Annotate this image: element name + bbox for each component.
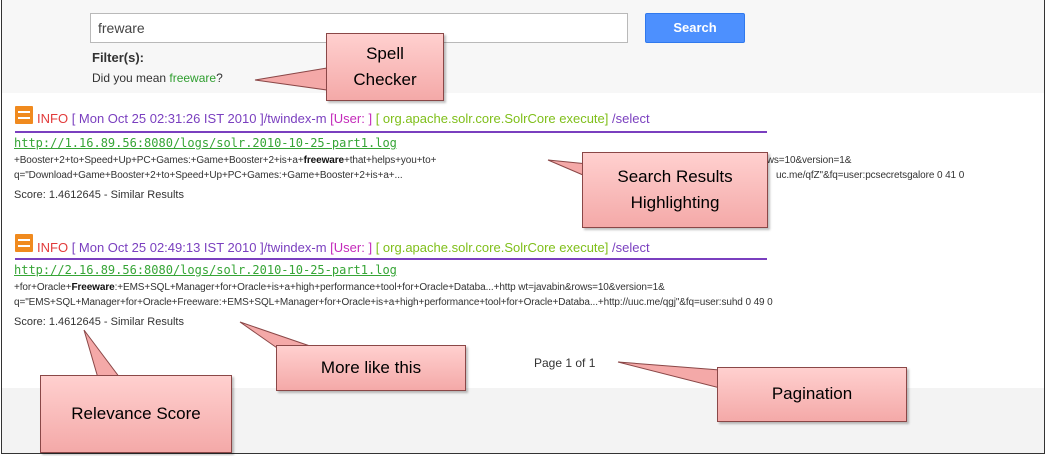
spell-checker-callout-line2: Checker (353, 70, 417, 89)
result-snippet-tail: uc.me/qfZ"&fq=user:pcsecretsgalore 0 41 … (776, 170, 965, 181)
did-you-mean: Did you mean freeware? (92, 71, 223, 85)
spell-checker-callout-line1: Spell (366, 43, 404, 63)
log-timestamp: [ Mon Oct 25 02:49:13 IST 2010 ] (71, 240, 264, 255)
spell-checker-callout: Spell Checker (326, 33, 444, 101)
score-separator: - (100, 316, 111, 328)
highlighting-callout-line1: Search Results (617, 166, 733, 186)
pagination-text: Page 1 of 1 (534, 356, 596, 370)
log-timestamp: [ Mon Oct 25 02:31:26 IST 2010 ] (71, 111, 264, 126)
result-snippet-line: q="EMS+SQL+Manager+for+Oracle+Freeware:+… (14, 297, 773, 308)
did-you-mean-prefix: Did you mean (92, 71, 170, 85)
result-url-link[interactable]: http://2.16.89.56:8080/logs/solr.2010-10… (14, 263, 397, 277)
log-core: /twindex-m (263, 111, 327, 126)
log-path: /select (612, 240, 650, 255)
result-score-line: Score: 1.4612645 - Similar Results (14, 189, 184, 201)
relevance-score-callout: Relevance Score (40, 375, 232, 453)
more-like-this-callout-text: More like this (320, 357, 422, 377)
similar-results-link[interactable]: Similar Results (111, 189, 184, 201)
pagination-callout-text: Pagination (771, 384, 853, 404)
log-file-icon (15, 234, 33, 252)
log-class: [ org.apache.solr.core.SolrCore execute] (375, 111, 609, 126)
result-info-line: INFO [ Mon Oct 25 02:49:13 IST 2010 ]/tw… (37, 240, 650, 255)
result-info-line: INFO [ Mon Oct 25 02:31:26 IST 2010 ]/tw… (37, 111, 650, 126)
result-divider (15, 131, 767, 133)
result-score-line: Score: 1.4612645 - Similar Results (14, 316, 184, 328)
log-path: /select (612, 111, 650, 126)
log-class: [ org.apache.solr.core.SolrCore execute] (375, 240, 609, 255)
snippet-text: :+EMS+SQL+Manager+for+Oracle+is+a+high+p… (114, 282, 665, 293)
snippet-text: +that+helps+you+to+ (343, 155, 437, 166)
search-results-highlighting-callout: Search Results Highlighting (582, 152, 768, 228)
relevance-score-callout-text: Relevance Score (71, 403, 201, 423)
snippet-highlight: freeware (303, 155, 344, 166)
relevance-score: Score: 1.4612645 (14, 316, 101, 328)
more-like-this-callout: More like this (276, 345, 466, 391)
log-file-icon (15, 106, 33, 124)
pagination-callout: Pagination (717, 367, 907, 422)
similar-results-link[interactable]: Similar Results (111, 316, 184, 328)
snippet-text: +for+Oracle+ (14, 282, 72, 293)
log-level: INFO (37, 240, 69, 255)
result-snippet-line: q="Download+Game+Booster+2+to+Speed+Up+P… (14, 170, 403, 181)
result-snippet-line: +for+Oracle+Freeware:+EMS+SQL+Manager+fo… (14, 282, 665, 293)
log-level: INFO (37, 111, 69, 126)
filters-label: Filter(s): (92, 50, 144, 65)
result-snippet-line: +Booster+2+to+Speed+Up+PC+Games:+Game+Bo… (14, 155, 436, 166)
did-you-mean-suffix: ? (216, 71, 223, 85)
log-core: /twindex-m (263, 240, 327, 255)
log-user: [User: ] (330, 240, 373, 255)
search-button[interactable]: Search (645, 13, 745, 43)
score-separator: - (100, 189, 111, 201)
snippet-text: +Booster+2+to+Speed+Up+PC+Games:+Game+Bo… (14, 155, 304, 166)
relevance-score: Score: 1.4612645 (14, 189, 101, 201)
result-divider (15, 258, 767, 260)
snippet-highlight: Freeware (71, 282, 115, 293)
spell-suggestion-link[interactable]: freeware (169, 71, 216, 85)
highlighting-callout-line2: Highlighting (630, 193, 720, 212)
result-url-link[interactable]: http://1.16.89.56:8080/logs/solr.2010-10… (14, 136, 397, 150)
log-user: [User: ] (330, 111, 373, 126)
